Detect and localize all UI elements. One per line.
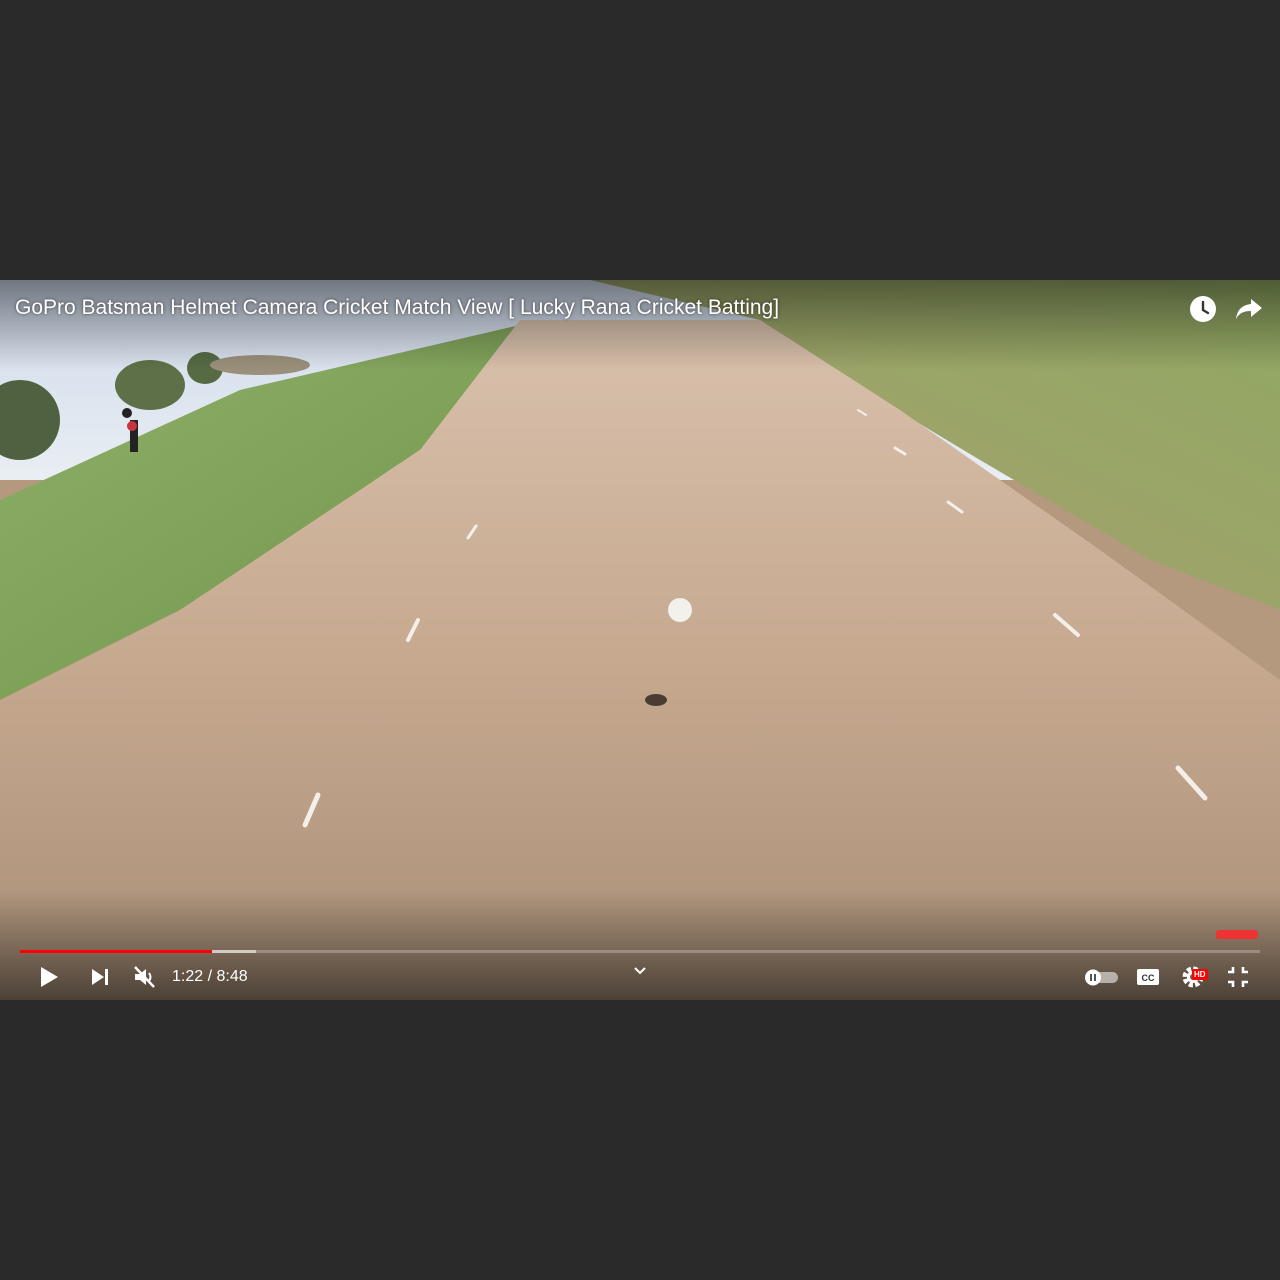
share-arrow-icon[interactable]: [1234, 294, 1264, 324]
autoplay-toggle-icon[interactable]: [1084, 962, 1120, 992]
skip-next-icon[interactable]: [86, 962, 116, 992]
video-frame: [0, 280, 1280, 1000]
play-icon[interactable]: [34, 962, 64, 992]
cc-icon[interactable]: CC: [1133, 962, 1163, 992]
volume-muted-icon[interactable]: [130, 962, 160, 992]
svg-text:CC: CC: [1142, 973, 1155, 983]
clock-icon[interactable]: [1188, 294, 1218, 324]
subscribe-watermark[interactable]: [1216, 930, 1258, 939]
progress-bar[interactable]: [20, 950, 1260, 953]
time-separator: /: [203, 968, 217, 985]
chevron-down-icon[interactable]: [630, 964, 650, 978]
current-time: 1:22: [172, 968, 204, 985]
exit-fullscreen-icon[interactable]: [1223, 962, 1253, 992]
duration: 8:48: [216, 968, 248, 985]
hd-badge: HD: [1192, 969, 1208, 980]
progress-played: [20, 950, 213, 953]
video-player[interactable]: GoPro Batsman Helmet Camera Cricket Matc…: [0, 280, 1280, 1000]
video-title[interactable]: GoPro Batsman Helmet Camera Cricket Matc…: [15, 296, 779, 320]
time-display: 1:22 / 8:48: [172, 968, 248, 986]
